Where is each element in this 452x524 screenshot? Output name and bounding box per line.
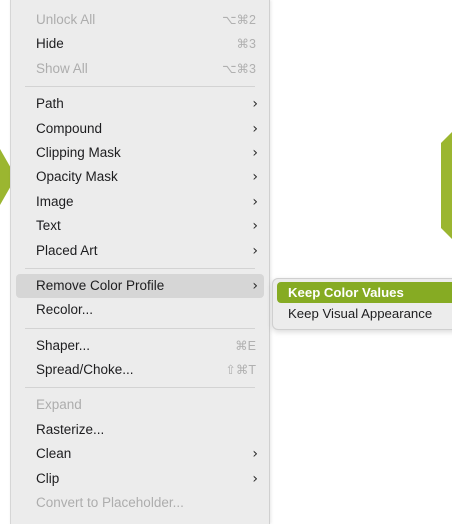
menu-item-label: Text xyxy=(36,218,61,234)
menu-separator xyxy=(25,327,255,329)
chevron-right-icon: › xyxy=(252,193,258,210)
chevron-right-icon: › xyxy=(252,218,258,235)
menu-item-convert-to-placeholder: Convert to Placeholder... xyxy=(16,491,264,515)
menu-item-label: Opacity Mask xyxy=(36,169,118,185)
chevron-right-icon: › xyxy=(252,144,258,161)
menu-item-label: Placed Art xyxy=(36,242,98,258)
menu-item-expand: Expand xyxy=(16,393,264,417)
menu-item-label: Recolor... xyxy=(36,302,94,318)
submenu-item-keep-color-values[interactable]: Keep Color Values xyxy=(277,282,452,303)
keyboard-shortcut: ⌥⌘2 xyxy=(222,13,256,27)
menu-item-label: Remove Color Profile xyxy=(36,277,165,293)
menu-list: Unlock All ⌥⌘2 Hide ⌘3 Show All ⌥⌘3 Path › Compo… xyxy=(11,8,269,515)
object-context-menu: Unlock All ⌥⌘2 Hide ⌘3 Show All ⌥⌘3 Path › Compo… xyxy=(10,0,270,524)
menu-item-show-all: Show All ⌥⌘3 xyxy=(16,57,264,81)
menu-item-rasterize[interactable]: Rasterize... xyxy=(16,418,264,442)
menu-item-label: Hide xyxy=(36,36,64,52)
keyboard-shortcut: ⌘3 xyxy=(236,37,256,52)
menu-separator xyxy=(25,387,255,389)
chevron-right-icon: › xyxy=(252,470,258,487)
menu-item-placed-art[interactable]: Placed Art › xyxy=(16,239,264,263)
menu-item-label: Spread/Choke... xyxy=(36,362,134,378)
menu-item-label: Image xyxy=(36,193,74,209)
menu-item-clip[interactable]: Clip › xyxy=(16,467,264,491)
menu-item-path[interactable]: Path › xyxy=(16,92,264,116)
menu-separator xyxy=(25,86,255,88)
menu-separator xyxy=(25,267,255,269)
chevron-right-icon: › xyxy=(252,169,258,186)
menu-item-label: Show All xyxy=(36,60,88,76)
menu-item-unlock-all: Unlock All ⌥⌘2 xyxy=(16,8,264,32)
chevron-right-icon: › xyxy=(252,446,258,463)
submenu-item-keep-visual-appearance[interactable]: Keep Visual Appearance xyxy=(277,303,452,324)
menu-item-text[interactable]: Text › xyxy=(16,214,264,238)
chevron-right-icon: › xyxy=(252,242,258,259)
menu-item-image[interactable]: Image › xyxy=(16,190,264,214)
keyboard-shortcut: ⌘E xyxy=(235,338,256,353)
menu-item-label: Clean xyxy=(36,446,72,462)
menu-item-compound[interactable]: Compound › xyxy=(16,117,264,141)
green-arrow-right-decoration xyxy=(441,132,452,239)
menu-item-shaper[interactable]: Shaper... ⌘E xyxy=(16,334,264,358)
menu-item-label: Rasterize... xyxy=(36,421,105,437)
menu-item-label: Expand xyxy=(36,397,82,413)
menu-item-label: Clip xyxy=(36,470,60,486)
menu-item-clipping-mask[interactable]: Clipping Mask › xyxy=(16,141,264,165)
chevron-right-icon: › xyxy=(252,96,258,113)
menu-item-opacity-mask[interactable]: Opacity Mask › xyxy=(16,165,264,189)
menu-item-spread-choke[interactable]: Spread/Choke... ⇧⌘T xyxy=(16,358,264,382)
menu-item-label: Unlock All xyxy=(36,12,96,27)
menu-item-remove-color-profile[interactable]: Remove Color Profile › xyxy=(16,273,264,299)
chevron-right-icon: › xyxy=(252,277,258,294)
keyboard-shortcut: ⇧⌘T xyxy=(225,363,256,378)
menu-item-label: Clipping Mask xyxy=(36,144,121,160)
menu-item-hide[interactable]: Hide ⌘3 xyxy=(16,32,264,56)
menu-item-label: Path xyxy=(36,96,64,112)
menu-item-clean[interactable]: Clean › xyxy=(16,442,264,466)
remove-color-profile-submenu: Keep Color Values Keep Visual Appearance xyxy=(272,278,452,330)
keyboard-shortcut: ⌥⌘3 xyxy=(222,61,256,76)
menu-item-label: Shaper... xyxy=(36,337,91,353)
chevron-right-icon: › xyxy=(252,120,258,137)
menu-item-label: Compound xyxy=(36,120,103,136)
menu-item-label: Convert to Placeholder... xyxy=(36,495,184,511)
menu-item-recolor[interactable]: Recolor... xyxy=(16,298,264,322)
